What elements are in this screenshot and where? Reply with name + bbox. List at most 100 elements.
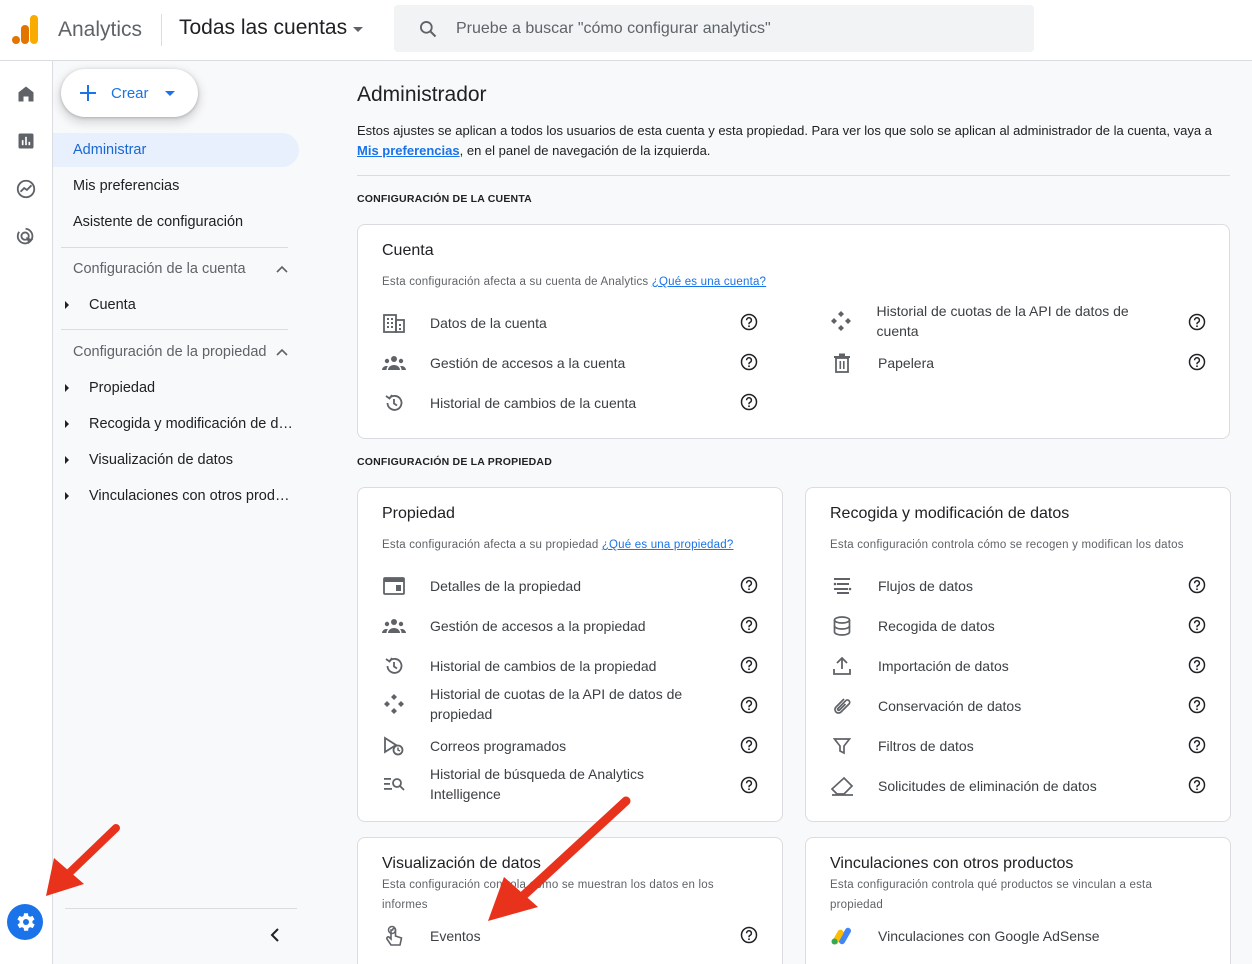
filter-icon (830, 734, 854, 758)
card-title: Propiedad (382, 505, 455, 522)
data-collection-row[interactable]: Recogida de datos (830, 614, 1170, 638)
help-icon[interactable] (740, 393, 758, 411)
analytics-logo-icon[interactable] (12, 15, 40, 45)
sidebar-item-propiedad[interactable]: Propiedad (65, 380, 297, 396)
help-icon[interactable] (740, 776, 758, 794)
page-title: Administrador (357, 83, 487, 106)
search-history-icon (382, 772, 406, 796)
help-icon[interactable] (1188, 656, 1206, 674)
admin-settings-button[interactable] (7, 904, 43, 940)
help-icon[interactable] (740, 736, 758, 754)
chevron-up-icon (276, 265, 288, 273)
data-filters-row[interactable]: Filtros de datos (830, 734, 1170, 758)
row-label: Papelera (878, 355, 935, 371)
reports-icon[interactable] (13, 128, 39, 154)
expand-arrow-icon (65, 456, 69, 464)
help-icon[interactable] (740, 656, 758, 674)
help-icon[interactable] (1188, 696, 1206, 714)
row-label: Importación de datos (878, 658, 1009, 674)
property-history-row[interactable]: Historial de cambios de la propiedad (382, 654, 722, 678)
row-label: Vinculaciones con Google AdSense (878, 928, 1100, 944)
nav-item-asistente[interactable]: Asistente de configuración (53, 205, 243, 239)
section-property-settings[interactable]: Configuración de la propiedad (73, 344, 288, 360)
account-selector[interactable]: Todas las cuentas (179, 16, 364, 40)
caret-down-icon (353, 27, 364, 32)
create-button[interactable]: Crear (61, 69, 198, 117)
app-name: Analytics (58, 18, 143, 41)
divider (357, 175, 1230, 176)
people-icon (382, 351, 406, 375)
sidebar-item-recogida[interactable]: Recogida y modificación de datos (65, 416, 297, 432)
card-title: Visualización de datos (382, 855, 541, 872)
help-icon[interactable] (740, 696, 758, 714)
account-access-row[interactable]: Gestión de accesos a la cuenta (382, 351, 722, 375)
eraser-icon (830, 774, 854, 798)
collapse-sidebar-button[interactable] (263, 923, 287, 947)
events-row[interactable]: Eventos (382, 924, 722, 948)
data-streams-row[interactable]: Flujos de datos (830, 574, 1170, 598)
help-icon[interactable] (740, 576, 758, 594)
search-bar[interactable] (394, 5, 1034, 52)
row-label: Datos de la cuenta (430, 315, 547, 331)
scheduled-emails-row[interactable]: Correos programados (382, 734, 722, 758)
card-description: Esta configuración controla cómo se mues… (382, 879, 714, 911)
property-api-quota-row[interactable]: Historial de cuotas de la API de datos d… (382, 684, 722, 724)
account-data-row[interactable]: Datos de la cuenta (382, 311, 722, 335)
sidebar-item-vinculaciones[interactable]: Vinculaciones con otros productos (65, 488, 297, 504)
nav-item-label: Administrar (73, 142, 147, 158)
database-icon (830, 614, 854, 638)
help-icon[interactable] (740, 616, 758, 634)
data-deletion-row[interactable]: Solicitudes de eliminación de datos (830, 774, 1170, 798)
property-details-row[interactable]: Detalles de la propiedad (382, 574, 722, 598)
account-history-row[interactable]: Historial de cambios de la cuenta (382, 391, 722, 415)
sidebar-item-visualizacion[interactable]: Visualización de datos (65, 452, 297, 468)
sidebar-item-label: Propiedad (89, 380, 156, 396)
help-icon[interactable] (740, 353, 758, 371)
mis-preferencias-link[interactable]: Mis preferencias (357, 143, 460, 158)
intelligence-search-history-row[interactable]: Historial de búsqueda de Analytics Intel… (382, 764, 722, 804)
trash-row[interactable]: Papelera (830, 351, 1130, 375)
divider (61, 329, 288, 330)
intro-text: Estos ajustes se aplican a todos los usu… (357, 121, 1232, 161)
what-is-account-link[interactable]: ¿Qué es una cuenta? (652, 276, 766, 288)
account-api-quota-row[interactable]: Historial de cuotas de la API de datos d… (830, 301, 1130, 341)
expand-arrow-icon (65, 492, 69, 500)
what-is-property-link[interactable]: ¿Qué es una propiedad? (602, 539, 734, 551)
advertising-icon[interactable] (13, 224, 39, 250)
help-icon[interactable] (1188, 736, 1206, 754)
property-details-icon (382, 574, 406, 598)
data-retention-row[interactable]: Conservación de datos (830, 694, 1170, 718)
intro-text-before: Estos ajustes se aplican a todos los usu… (357, 123, 1212, 138)
api-icon (830, 309, 853, 333)
help-icon[interactable] (1188, 576, 1206, 594)
row-label: Historial de cambios de la propiedad (430, 658, 657, 674)
home-icon[interactable] (13, 81, 39, 107)
people-icon (382, 614, 406, 638)
help-icon[interactable] (1188, 313, 1206, 331)
caret-down-icon (164, 90, 175, 96)
section-account-settings[interactable]: Configuración de la cuenta (73, 261, 288, 277)
help-icon[interactable] (1188, 616, 1206, 634)
row-label: Gestión de accesos a la propiedad (430, 618, 646, 634)
explore-icon[interactable] (13, 176, 39, 202)
expand-arrow-icon (65, 420, 69, 428)
help-icon[interactable] (740, 926, 758, 944)
nav-item-administrar[interactable]: Administrar (53, 133, 299, 167)
card-description-text: Esta configuración afecta a su cuenta de… (382, 276, 652, 288)
nav-item-mis-preferencias[interactable]: Mis preferencias (53, 169, 179, 203)
help-icon[interactable] (1188, 353, 1206, 371)
account-selector-label: Todas las cuentas (179, 16, 348, 39)
help-icon[interactable] (1188, 776, 1206, 794)
search-input[interactable] (456, 19, 996, 38)
card-title: Cuenta (382, 242, 434, 259)
row-label: Correos programados (430, 738, 567, 754)
data-import-row[interactable]: Importación de datos (830, 654, 1170, 678)
adsense-links-row[interactable]: Vinculaciones con Google AdSense (830, 924, 1170, 948)
card-title: Vinculaciones con otros productos (830, 855, 1074, 872)
sidebar-item-cuenta[interactable]: Cuenta (65, 297, 297, 313)
property-access-row[interactable]: Gestión de accesos a la propiedad (382, 614, 722, 638)
nav-item-label: Asistente de configuración (73, 214, 244, 230)
sidebar-item-label: Recogida y modificación de datos (89, 416, 297, 432)
row-label: Historial de cuotas de la API de datos d… (876, 303, 1129, 339)
help-icon[interactable] (740, 313, 758, 331)
